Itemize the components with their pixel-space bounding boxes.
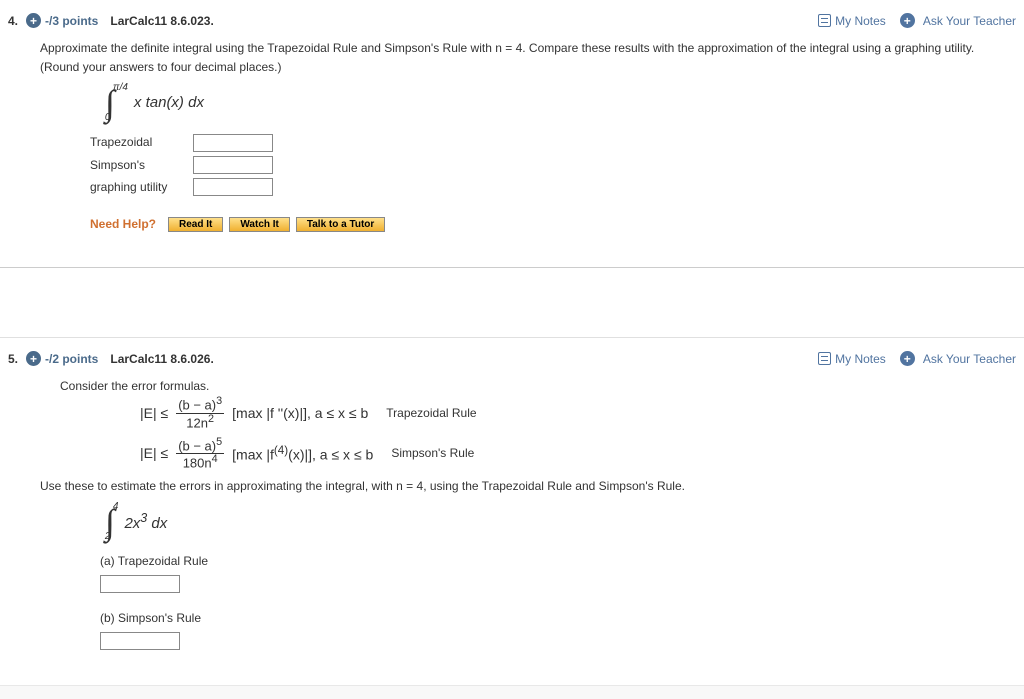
input-simpson[interactable] bbox=[193, 156, 273, 174]
question-4: 4. + -/3 points LarCalc11 8.6.023. My No… bbox=[0, 0, 1024, 268]
formula-trapezoidal: |E| ≤ (b − a)3 12n2 [max |f ''(x)|], a ≤… bbox=[140, 396, 984, 430]
input-graphing[interactable] bbox=[193, 178, 273, 196]
q5-header: 5. + -/2 points LarCalc11 8.6.026. My No… bbox=[0, 348, 1024, 369]
answer-row-trapezoidal: Trapezoidal bbox=[90, 133, 984, 152]
input-part-b[interactable] bbox=[100, 632, 180, 650]
q5-prompt1: Consider the error formulas. bbox=[60, 377, 984, 396]
integral-upper: π/4 bbox=[113, 83, 128, 93]
label-simpson: Simpson's bbox=[90, 156, 185, 175]
q5-body: Consider the error formulas. |E| ≤ (b − … bbox=[0, 369, 1024, 660]
plus-icon: + bbox=[900, 13, 915, 28]
part-a-label: (a) Trapezoidal Rule bbox=[100, 552, 984, 571]
q5-points: -/2 points bbox=[45, 352, 98, 366]
formula-label: Trapezoidal Rule bbox=[386, 404, 476, 423]
integral-lower: 0 bbox=[105, 113, 120, 123]
integral-upper: 4 bbox=[113, 502, 119, 512]
formula-label: Simpson's Rule bbox=[391, 444, 474, 463]
answer-row-simpson: Simpson's bbox=[90, 156, 984, 175]
q5-reference: LarCalc11 8.6.026. bbox=[110, 352, 213, 366]
separator bbox=[0, 268, 1024, 338]
read-it-button[interactable]: Read It bbox=[168, 217, 223, 232]
notes-icon bbox=[818, 14, 831, 27]
formula-simpson: |E| ≤ (b − a)5 180n4 [max |f(4)(x)|], a … bbox=[140, 437, 984, 471]
notes-icon bbox=[818, 352, 831, 365]
plus-icon: + bbox=[900, 351, 915, 366]
my-notes-link[interactable]: My Notes bbox=[818, 14, 886, 28]
q5-number: 5. bbox=[8, 352, 18, 366]
ask-teacher-link[interactable]: + Ask Your Teacher bbox=[900, 13, 1016, 28]
answer-row-graphing: graphing utility bbox=[90, 178, 984, 197]
talk-tutor-button[interactable]: Talk to a Tutor bbox=[296, 217, 385, 232]
q5-header-actions: My Notes + Ask Your Teacher bbox=[818, 351, 1016, 366]
need-help-label: Need Help? bbox=[90, 215, 156, 234]
plus-icon[interactable]: + bbox=[26, 351, 41, 366]
q4-body: Approximate the definite integral using … bbox=[0, 31, 1024, 242]
q4-points: -/3 points bbox=[45, 14, 98, 28]
part-b-label: (b) Simpson's Rule bbox=[100, 609, 984, 628]
my-notes-link[interactable]: My Notes bbox=[818, 352, 886, 366]
input-part-a[interactable] bbox=[100, 575, 180, 593]
q4-number: 4. bbox=[8, 14, 18, 28]
q5-prompt2: Use these to estimate the errors in appr… bbox=[40, 477, 984, 496]
need-help-bar: Need Help? Read It Watch It Talk to a Tu… bbox=[90, 215, 984, 234]
q4-reference: LarCalc11 8.6.023. bbox=[110, 14, 213, 28]
q4-prompt: Approximate the definite integral using … bbox=[40, 39, 984, 77]
integral-lower: 2 bbox=[105, 532, 111, 542]
q4-integral: ∫ π/4 0 x tan(x) dx bbox=[105, 83, 984, 123]
q4-header-actions: My Notes + Ask Your Teacher bbox=[818, 13, 1016, 28]
q5-integral: ∫ 4 2 2x3 dx bbox=[105, 502, 984, 542]
input-trapezoidal[interactable] bbox=[193, 134, 273, 152]
ask-teacher-link[interactable]: + Ask Your Teacher bbox=[900, 351, 1016, 366]
label-trapezoidal: Trapezoidal bbox=[90, 133, 185, 152]
question-5: 5. + -/2 points LarCalc11 8.6.026. My No… bbox=[0, 338, 1024, 685]
watch-it-button[interactable]: Watch It bbox=[229, 217, 290, 232]
integral-expression: x tan(x) dx bbox=[134, 91, 204, 115]
label-graphing: graphing utility bbox=[90, 178, 185, 197]
q4-header: 4. + -/3 points LarCalc11 8.6.023. My No… bbox=[0, 10, 1024, 31]
page-footer-gap bbox=[0, 685, 1024, 699]
plus-icon[interactable]: + bbox=[26, 13, 41, 28]
